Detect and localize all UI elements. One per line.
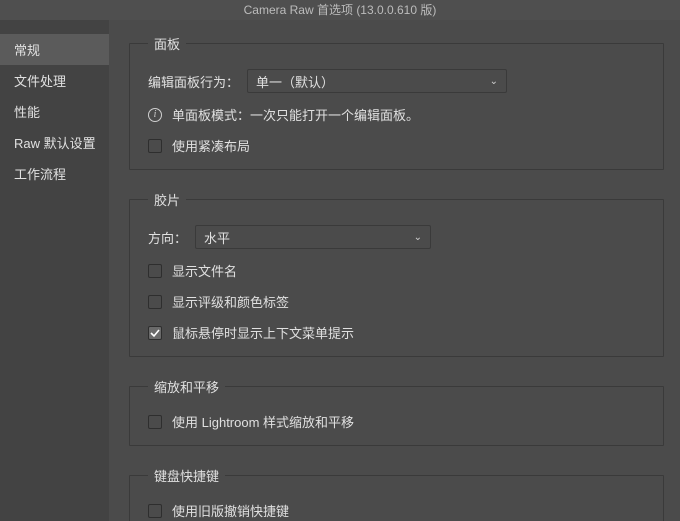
legacy-undo-checkbox[interactable] — [148, 504, 162, 518]
main-container: 常规 文件处理 性能 Raw 默认设置 工作流程 面板 编辑面板行为： 单一（默… — [0, 20, 680, 521]
lightroom-zoom-checkbox[interactable] — [148, 415, 162, 429]
lightroom-zoom-label: 使用 Lightroom 样式缩放和平移 — [172, 412, 354, 431]
group-filmstrip: 胶片 方向： 水平 ⌄ 显示文件名 显示评级和颜色标签 — [129, 190, 664, 357]
edit-behavior-select[interactable]: 单一（默认） ⌄ — [247, 69, 507, 93]
sidebar-item-workflow[interactable]: 工作流程 — [0, 158, 109, 189]
compact-layout-label: 使用紧凑布局 — [172, 136, 250, 155]
legacy-undo-label: 使用旧版撤销快捷键 — [172, 501, 289, 520]
sidebar-item-file-handling[interactable]: 文件处理 — [0, 65, 109, 96]
info-icon: i — [148, 108, 162, 122]
show-filenames-label: 显示文件名 — [172, 261, 237, 280]
group-keyboard-title: 键盘快捷键 — [148, 466, 225, 485]
group-panel: 面板 编辑面板行为： 单一（默认） ⌄ i 单面板模式：一次只能打开一个编辑面板… — [129, 34, 664, 170]
sidebar: 常规 文件处理 性能 Raw 默认设置 工作流程 — [0, 20, 109, 521]
context-prompt-label: 鼠标悬停时显示上下文菜单提示 — [172, 323, 354, 342]
orientation-label: 方向： — [148, 228, 187, 247]
show-ratings-checkbox[interactable] — [148, 295, 162, 309]
group-filmstrip-title: 胶片 — [148, 190, 186, 209]
show-ratings-label: 显示评级和颜色标签 — [172, 292, 289, 311]
group-panel-title: 面板 — [148, 34, 186, 53]
chevron-down-icon: ⌄ — [414, 232, 422, 243]
sidebar-item-raw-defaults[interactable]: Raw 默认设置 — [0, 127, 109, 158]
orientation-value: 水平 — [204, 228, 230, 247]
window-title: Camera Raw 首选项 (13.0.0.610 版) — [0, 0, 680, 20]
edit-behavior-label: 编辑面板行为： — [148, 72, 239, 91]
panel-info-text: 单面板模式：一次只能打开一个编辑面板。 — [172, 105, 419, 124]
group-zoom-pan: 缩放和平移 使用 Lightroom 样式缩放和平移 — [129, 377, 664, 446]
context-prompt-checkbox[interactable] — [148, 326, 162, 340]
group-keyboard: 键盘快捷键 使用旧版撤销快捷键 — [129, 466, 664, 521]
content-area: 面板 编辑面板行为： 单一（默认） ⌄ i 单面板模式：一次只能打开一个编辑面板… — [109, 20, 680, 521]
orientation-select[interactable]: 水平 ⌄ — [195, 225, 431, 249]
group-zoom-pan-title: 缩放和平移 — [148, 377, 225, 396]
show-filenames-checkbox[interactable] — [148, 264, 162, 278]
sidebar-item-general[interactable]: 常规 — [0, 34, 109, 65]
compact-layout-checkbox[interactable] — [148, 139, 162, 153]
sidebar-item-performance[interactable]: 性能 — [0, 96, 109, 127]
edit-behavior-value: 单一（默认） — [256, 72, 334, 91]
chevron-down-icon: ⌄ — [490, 76, 498, 87]
